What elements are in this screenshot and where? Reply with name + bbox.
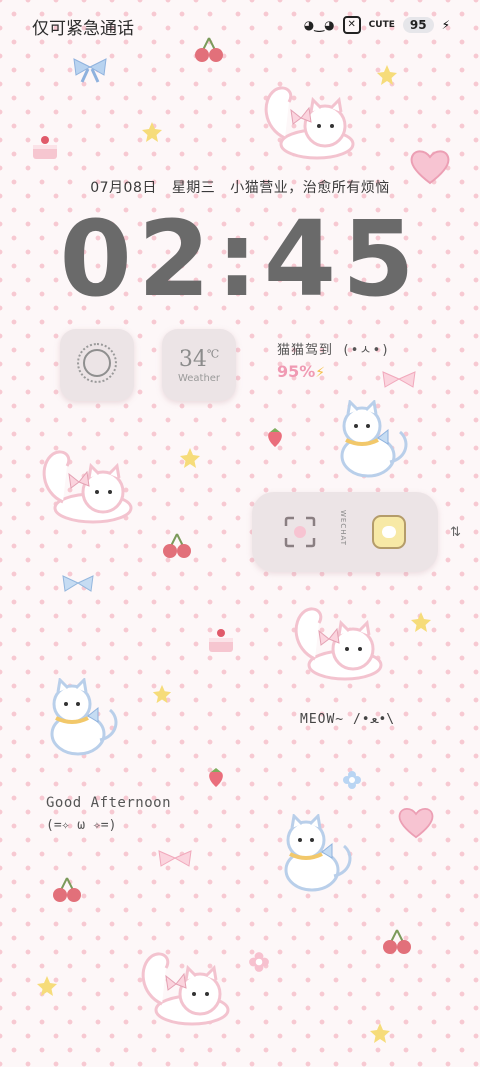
star-icon bbox=[142, 122, 162, 142]
weather-temp-widget[interactable]: 34℃ Weather bbox=[162, 329, 236, 401]
heart-icon bbox=[398, 808, 434, 839]
star-icon bbox=[152, 684, 172, 704]
meow-text: MEOW~ /•ﻌ•\ bbox=[300, 712, 395, 727]
sitting-cat-illustration bbox=[340, 400, 408, 478]
lying-cat-illustration bbox=[42, 450, 133, 524]
cherry-icon bbox=[53, 877, 81, 902]
lying-cat-illustration bbox=[294, 607, 383, 681]
bow-icon bbox=[158, 850, 192, 867]
date-text: 07月08日 bbox=[90, 180, 157, 196]
swap-icon[interactable]: ⇅ bbox=[450, 525, 461, 540]
greeting-text: Good Afternoon bbox=[46, 795, 172, 811]
sun-icon bbox=[77, 343, 117, 383]
sitting-cat-illustration bbox=[284, 814, 352, 892]
shortcut-dock: WECHAT bbox=[252, 492, 438, 572]
flower-icon bbox=[343, 771, 361, 789]
flower-icon bbox=[249, 952, 269, 972]
star-icon bbox=[377, 65, 397, 85]
cherry-icon bbox=[383, 929, 411, 954]
star-icon bbox=[37, 976, 57, 996]
tagline-text: 小猫营业，治愈所有烦恼 bbox=[230, 180, 390, 196]
wechat-app-icon[interactable] bbox=[372, 515, 406, 549]
date-line: 07月08日 星期三 小猫营业，治愈所有烦恼 bbox=[0, 177, 480, 197]
charging-icon: ⚡ bbox=[441, 18, 450, 32]
face-icon: ◕‿◕ bbox=[303, 18, 335, 32]
bolt-icon: ⚡ bbox=[315, 365, 326, 381]
bow-icon bbox=[62, 575, 94, 592]
kaomoji-text: (=✧ ω ✧=) bbox=[46, 818, 117, 833]
status-bar: 仅可紧急通话 ◕‿◕ ✕ CUTE 95 ⚡ bbox=[0, 0, 480, 50]
lying-cat-illustration bbox=[141, 952, 230, 1026]
weather-label: Weather bbox=[177, 373, 221, 384]
lock-clock[interactable]: 02:45 bbox=[0, 198, 480, 320]
strawberry-icon bbox=[209, 768, 223, 787]
checkin-title: 猫猫驾到 (•ㅅ•) bbox=[277, 343, 391, 358]
cake-icon bbox=[209, 629, 233, 652]
cake-icon bbox=[33, 136, 57, 159]
strawberry-icon bbox=[268, 428, 282, 447]
wechat-label: WECHAT bbox=[339, 510, 347, 547]
battery-indicator: 95 bbox=[402, 17, 434, 33]
star-icon bbox=[370, 1023, 390, 1043]
bow-icon bbox=[382, 371, 416, 388]
scan-icon[interactable] bbox=[284, 516, 316, 548]
status-icons: ◕‿◕ ✕ CUTE 95 ⚡ bbox=[304, 16, 450, 34]
weather-icon-widget[interactable] bbox=[60, 329, 134, 401]
cute-icon: CUTE bbox=[368, 20, 395, 30]
lying-cat-illustration bbox=[264, 86, 355, 160]
temperature-value: 34℃ bbox=[178, 347, 220, 372]
checkin-percent: 95%⚡ bbox=[277, 362, 326, 381]
cherry-icon bbox=[163, 533, 191, 558]
bow-icon bbox=[73, 58, 107, 83]
carrier-text: 仅可紧急通话 bbox=[32, 19, 134, 39]
weekday-text: 星期三 bbox=[171, 180, 216, 196]
sitting-cat-illustration bbox=[50, 678, 118, 756]
star-icon bbox=[411, 612, 431, 632]
star-icon bbox=[180, 448, 200, 468]
close-box-icon: ✕ bbox=[342, 16, 361, 34]
